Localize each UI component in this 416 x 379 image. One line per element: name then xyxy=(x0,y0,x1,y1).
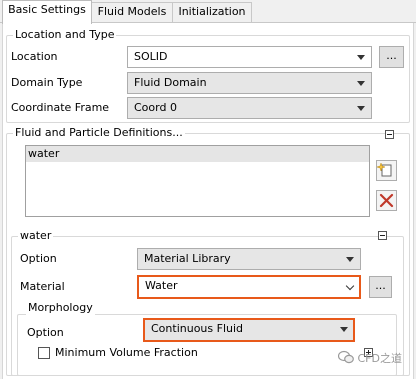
material-label: Material xyxy=(20,280,65,293)
location-browse-button[interactable]: ... xyxy=(379,46,404,68)
location-select[interactable]: SOLID xyxy=(127,46,372,68)
material-value: Water xyxy=(145,279,178,292)
fluid-list[interactable]: water xyxy=(25,145,370,217)
dropdown-arrow-icon xyxy=(357,106,365,111)
tab-basic-settings[interactable]: Basic Settings xyxy=(2,0,92,24)
min-volume-fraction-checkbox[interactable] xyxy=(38,347,50,359)
tab-bar: Basic Settings Fluid Models Initializati… xyxy=(0,0,416,24)
delete-x-icon xyxy=(379,193,394,208)
morphology-option-select[interactable]: Continuous Fluid xyxy=(143,318,355,342)
dropdown-arrow-icon xyxy=(357,55,365,60)
location-type-title: Location and Type xyxy=(13,28,117,42)
chevron-down-icon xyxy=(345,281,355,291)
material-select[interactable]: Water xyxy=(137,275,361,299)
domain-type-select[interactable]: Fluid Domain xyxy=(127,72,372,94)
morphology-option-value: Continuous Fluid xyxy=(151,322,244,335)
dropdown-arrow-icon xyxy=(357,81,365,86)
material-option-label: Option xyxy=(20,252,57,265)
dropdown-arrow-icon xyxy=(346,257,354,262)
location-label: Location xyxy=(11,50,58,63)
morphology-title: Morphology xyxy=(26,301,95,315)
domain-type-label: Domain Type xyxy=(11,76,83,89)
delete-fluid-button[interactable] xyxy=(376,190,397,211)
new-document-icon xyxy=(376,162,392,177)
coordinate-frame-label: Coordinate Frame xyxy=(11,101,110,114)
tab-fluid-models[interactable]: Fluid Models xyxy=(90,2,174,23)
material-browse-button[interactable]: ... xyxy=(369,276,392,298)
water-group-title: water xyxy=(18,229,54,243)
coordinate-frame-select[interactable]: Coord 0 xyxy=(127,97,372,119)
location-value: SOLID xyxy=(134,50,168,63)
add-fluid-button[interactable] xyxy=(376,160,397,181)
material-option-value: Material Library xyxy=(144,252,231,265)
collapse-icon[interactable] xyxy=(378,231,387,240)
watermark-text: CFD之道 xyxy=(357,352,402,365)
tab-initialization[interactable]: Initialization xyxy=(172,2,252,23)
morphology-option-label: Option xyxy=(27,326,64,339)
list-item[interactable]: water xyxy=(26,146,369,162)
wechat-icon xyxy=(337,350,354,364)
watermark: CFD之道 xyxy=(337,350,412,368)
collapse-icon[interactable] xyxy=(385,130,394,139)
dropdown-arrow-icon xyxy=(340,327,348,332)
coordinate-frame-value: Coord 0 xyxy=(134,101,177,114)
min-volume-fraction-label: Minimum Volume Fraction xyxy=(55,346,198,359)
fluid-definitions-title: Fluid and Particle Definitions... xyxy=(13,126,185,140)
domain-type-value: Fluid Domain xyxy=(134,76,207,89)
material-option-select[interactable]: Material Library xyxy=(137,248,361,270)
